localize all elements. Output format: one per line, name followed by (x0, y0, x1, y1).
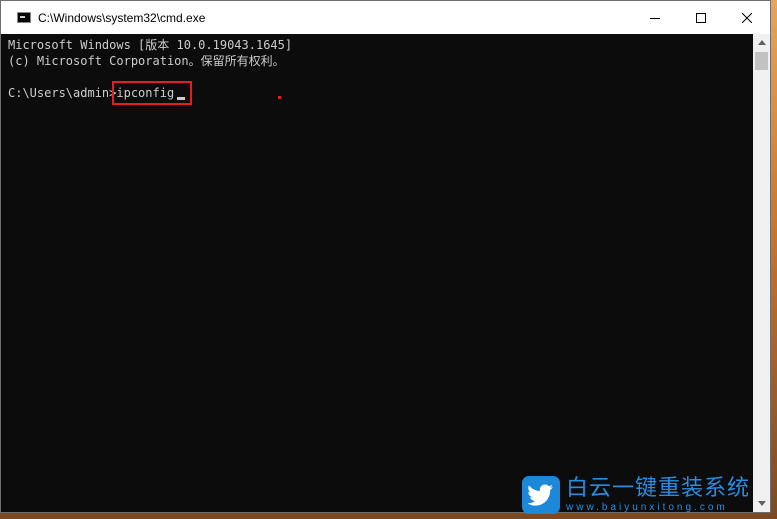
console-line: (c) Microsoft Corporation。保留所有权利。 (8, 54, 285, 68)
close-button[interactable] (724, 1, 770, 34)
text-cursor (177, 97, 186, 100)
vertical-scrollbar[interactable] (753, 34, 770, 512)
maximize-button[interactable] (678, 1, 724, 34)
scroll-up-button[interactable] (753, 34, 770, 51)
caption-buttons (632, 1, 770, 34)
watermark-logo: 白云一键重装系统 www.baiyunxitong.com (522, 474, 772, 516)
red-marker-dot (278, 96, 281, 99)
bird-icon (522, 476, 560, 514)
watermark-url: www.baiyunxitong.com (566, 502, 728, 513)
console-output[interactable]: Microsoft Windows [版本 10.0.19043.1645] (c… (1, 34, 753, 512)
cmd-window: C:\Windows\system32\cmd.exe Microsoft Wi… (0, 0, 771, 513)
watermark-text: 白云一键重装系统 www.baiyunxitong.com (566, 476, 750, 514)
chevron-up-icon (757, 40, 766, 45)
command-text: ipconfig (116, 86, 175, 100)
console-line: Microsoft Windows [版本 10.0.19043.1645] (8, 38, 293, 52)
title-bar[interactable]: C:\Windows\system32\cmd.exe (1, 1, 770, 34)
maximize-icon (696, 12, 706, 23)
prompt-line[interactable]: C:\Users\admin>ipconfig (8, 81, 753, 105)
window-title: C:\Windows\system32\cmd.exe (38, 10, 206, 25)
command-highlight-box: ipconfig (112, 81, 193, 105)
watermark-title: 白云一键重装系统 (566, 476, 751, 501)
minimize-icon (650, 17, 660, 19)
close-icon (742, 12, 752, 23)
prompt-text: C:\Users\admin> (8, 86, 117, 100)
scroll-thumb[interactable] (755, 52, 768, 70)
cmd-icon[interactable] (17, 12, 31, 23)
minimize-button[interactable] (632, 1, 678, 34)
